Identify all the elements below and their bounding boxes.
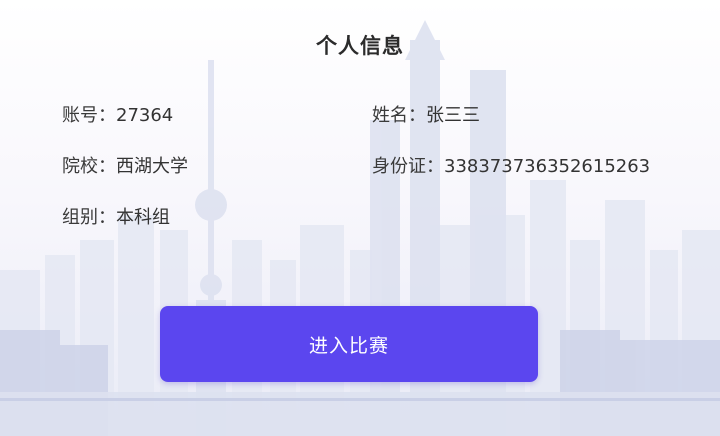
school-field: 院校：西湖大学 (62, 152, 188, 178)
account-value: 27364 (116, 105, 174, 126)
school-label: 院校： (62, 156, 116, 177)
page-title: 个人信息 (316, 34, 404, 58)
group-value: 本科组 (116, 207, 170, 228)
school-value: 西湖大学 (116, 156, 188, 177)
name-value: 张三三 (426, 105, 480, 126)
id-card-value: 338373736352615263 (444, 156, 651, 177)
group-label: 组别： (62, 207, 116, 228)
name-label: 姓名： (372, 105, 426, 126)
account-field: 账号：27364 (62, 101, 173, 127)
id-card-label: 身份证： (372, 156, 444, 177)
profile-screen: 个人信息 账号：27364 姓名：张三三 院校：西湖大学 身份证：3383737… (0, 0, 720, 436)
enter-competition-button[interactable]: 进入比赛 (160, 306, 538, 382)
name-field: 姓名：张三三 (372, 101, 480, 127)
group-field: 组别：本科组 (62, 203, 170, 229)
id-card-field: 身份证：338373736352615263 (372, 152, 650, 178)
account-label: 账号： (62, 105, 116, 126)
